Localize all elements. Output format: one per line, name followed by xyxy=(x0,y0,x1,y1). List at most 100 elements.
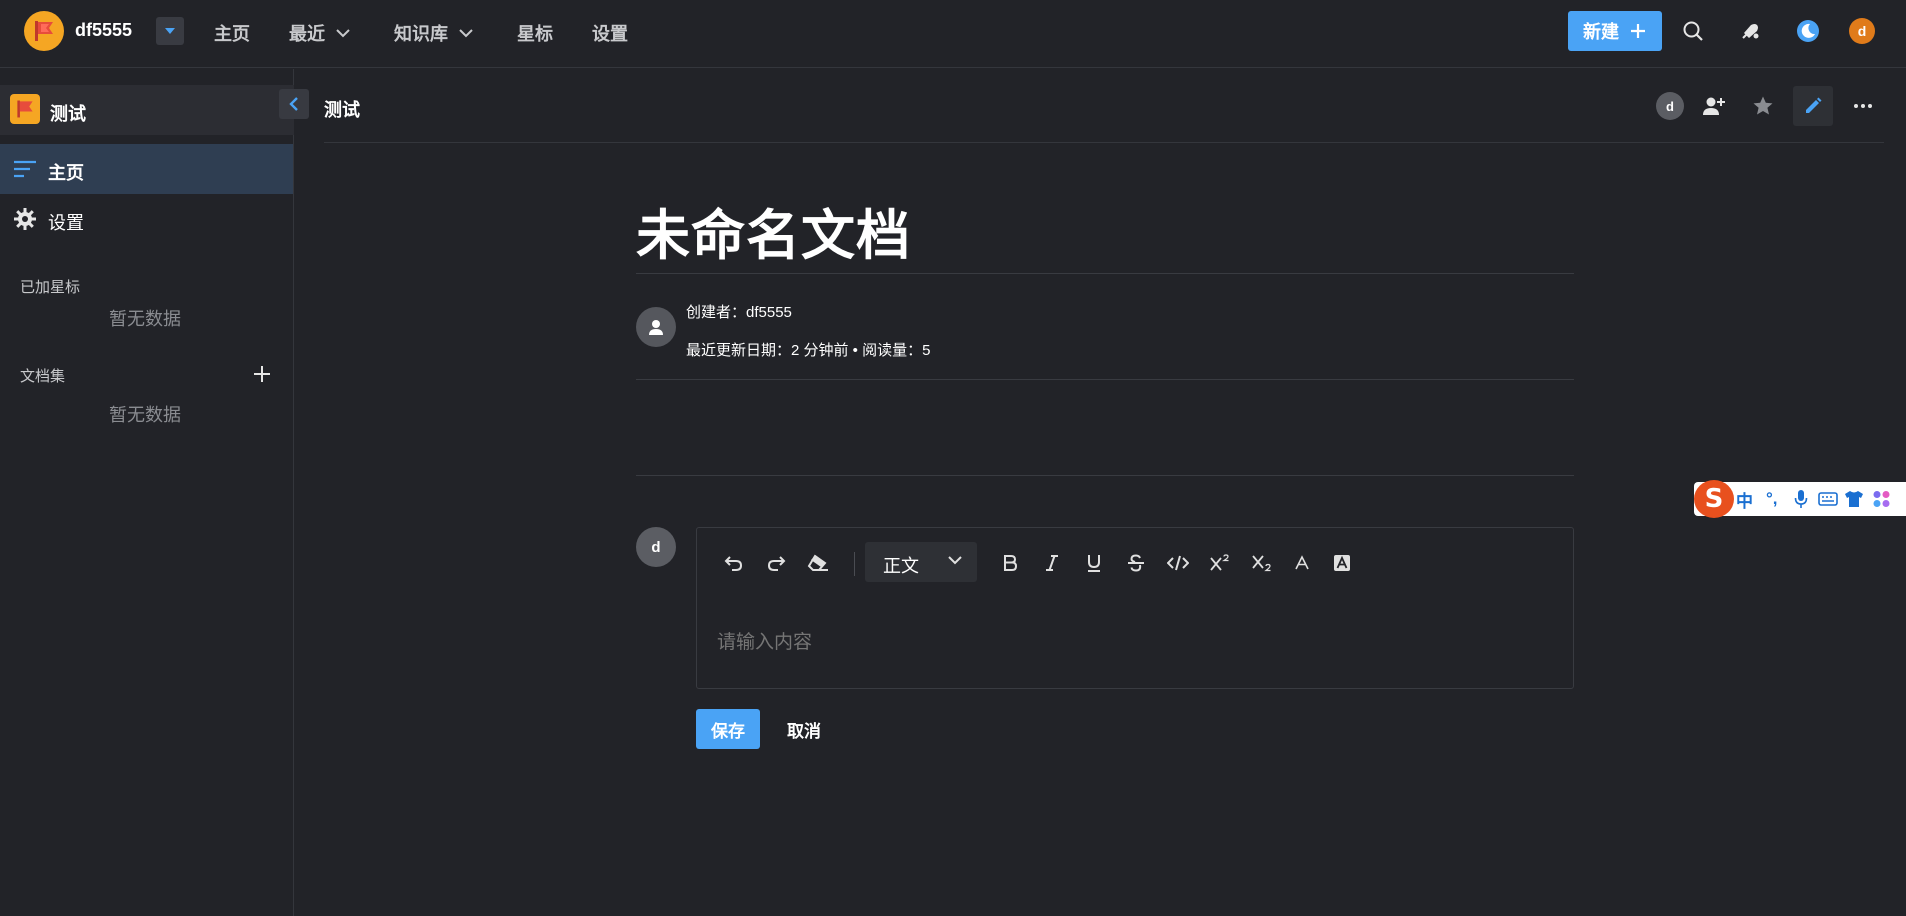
undo-button[interactable] xyxy=(719,548,749,578)
superscript-button[interactable] xyxy=(1205,548,1235,578)
ime-toolbar: S 中 °, xyxy=(1694,480,1906,518)
strikethrough-icon xyxy=(1127,554,1145,572)
subscript-button[interactable] xyxy=(1247,548,1277,578)
bold-button[interactable] xyxy=(995,548,1025,578)
underline-button[interactable] xyxy=(1079,548,1109,578)
nav-starred[interactable]: 星标 xyxy=(517,20,553,46)
content-divider xyxy=(636,475,1574,476)
superscript-icon xyxy=(1209,554,1231,572)
chevron-down-icon xyxy=(947,554,963,566)
star-button[interactable] xyxy=(1743,86,1783,126)
search-button[interactable] xyxy=(1678,16,1708,46)
space-flag-icon xyxy=(10,94,40,124)
ime-logo-icon[interactable]: S xyxy=(1694,480,1734,518)
cancel-button[interactable]: 取消 xyxy=(772,709,836,749)
code-icon xyxy=(1167,555,1189,571)
nav-settings-label: 设置 xyxy=(592,24,628,44)
share-user-button[interactable] xyxy=(1694,86,1734,126)
sidebar: 测试 主页 设置 已加星标 暂无数据 文档集 暂无数据 xyxy=(0,69,309,916)
org-name[interactable]: df5555 xyxy=(75,20,132,41)
keyboard-icon[interactable] xyxy=(1818,488,1838,510)
org-switch-dropdown[interactable] xyxy=(156,17,184,45)
document-header: 测试 d xyxy=(324,69,1884,143)
add-user-icon xyxy=(1702,95,1726,117)
list-icon xyxy=(12,157,38,181)
starred-empty-text: 暂无数据 xyxy=(109,309,181,329)
paragraph-style-select[interactable]: 正文 xyxy=(865,542,977,582)
italic-button[interactable] xyxy=(1037,548,1067,578)
ime-chinese-mode[interactable]: 中 xyxy=(1736,488,1753,511)
chevron-left-icon xyxy=(288,96,300,112)
author-line: 创建者：df5555 xyxy=(686,304,792,321)
subscript-icon xyxy=(1251,554,1273,572)
sidebar-item-label: 设置 xyxy=(48,213,84,233)
chevron-down-icon xyxy=(458,28,474,38)
font-color-icon xyxy=(1294,555,1310,571)
paragraph-style-value: 正文 xyxy=(883,556,919,576)
bell-icon xyxy=(1740,20,1762,42)
apps-grid-icon[interactable] xyxy=(1872,488,1892,510)
theme-toggle-button[interactable] xyxy=(1793,16,1823,46)
highlight-button[interactable] xyxy=(1327,548,1357,578)
meta-line: 最近更新日期：2 分钟前 • 阅读量：5 xyxy=(686,342,931,359)
user-avatar: d xyxy=(1849,18,1875,44)
user-icon xyxy=(647,318,665,336)
plus-icon xyxy=(1629,22,1647,40)
ime-punctuation[interactable]: °, xyxy=(1766,488,1778,510)
sidebar-item-home[interactable]: 主页 xyxy=(0,144,293,194)
bold-icon xyxy=(1003,554,1017,572)
nav-home-label: 主页 xyxy=(214,24,250,44)
nav-recent-label: 最近 xyxy=(289,24,325,44)
skin-shirt-icon[interactable] xyxy=(1844,488,1864,510)
caret-down-icon xyxy=(164,26,176,36)
title-divider xyxy=(636,273,1574,274)
author-avatar xyxy=(636,307,676,347)
member-avatar: d xyxy=(1656,92,1684,120)
clear-format-button[interactable] xyxy=(803,548,833,578)
sidebar-item-settings[interactable]: 设置 xyxy=(0,194,293,244)
highlight-icon xyxy=(1333,554,1351,572)
member-avatar-button[interactable]: d xyxy=(1650,86,1690,126)
collapse-sidebar-button[interactable] xyxy=(279,89,309,119)
top-navigation-bar: df5555 主页 最近 知识库 星标 设置 新建 d xyxy=(0,0,1906,68)
nav-starred-label: 星标 xyxy=(517,24,553,44)
edit-button[interactable] xyxy=(1793,86,1833,126)
starred-section-title: 已加星标 xyxy=(20,279,81,296)
org-logo-icon[interactable] xyxy=(24,11,64,51)
add-collection-button[interactable] xyxy=(250,362,274,386)
space-header[interactable]: 测试 xyxy=(0,85,294,135)
more-horizontal-icon xyxy=(1853,103,1873,109)
nav-home[interactable]: 主页 xyxy=(214,20,250,46)
nav-knowledge-base-label: 知识库 xyxy=(394,24,448,44)
meta-divider xyxy=(636,379,1574,380)
star-icon xyxy=(1752,95,1774,117)
pencil-icon xyxy=(1803,96,1823,116)
nav-recent[interactable]: 最近 xyxy=(289,20,351,46)
notification-button[interactable] xyxy=(1736,16,1766,46)
font-color-button[interactable] xyxy=(1287,548,1317,578)
underline-icon xyxy=(1086,554,1102,572)
nav-knowledge-base[interactable]: 知识库 xyxy=(394,20,474,46)
eraser-icon xyxy=(807,554,829,572)
microphone-icon[interactable] xyxy=(1794,488,1808,510)
comment-editor: 正文 xyxy=(696,527,1574,689)
nav-settings[interactable]: 设置 xyxy=(592,20,628,46)
strikethrough-button[interactable] xyxy=(1121,548,1151,578)
moon-icon xyxy=(1796,19,1820,43)
user-avatar-button[interactable]: d xyxy=(1847,16,1877,46)
new-button[interactable]: 新建 xyxy=(1568,11,1662,51)
new-button-label: 新建 xyxy=(1583,22,1619,42)
gear-icon xyxy=(12,207,38,231)
redo-icon xyxy=(766,554,786,572)
italic-icon xyxy=(1045,554,1059,572)
sidebar-item-label: 主页 xyxy=(48,163,84,183)
save-button[interactable]: 保存 xyxy=(696,709,760,749)
comment-input[interactable] xyxy=(717,628,1547,658)
space-name: 测试 xyxy=(50,104,86,124)
collections-empty-text: 暂无数据 xyxy=(109,405,181,425)
chevron-down-icon xyxy=(335,28,351,38)
redo-button[interactable] xyxy=(761,548,791,578)
more-button[interactable] xyxy=(1843,86,1883,126)
code-button[interactable] xyxy=(1163,548,1193,578)
breadcrumb[interactable]: 测试 xyxy=(324,96,360,122)
